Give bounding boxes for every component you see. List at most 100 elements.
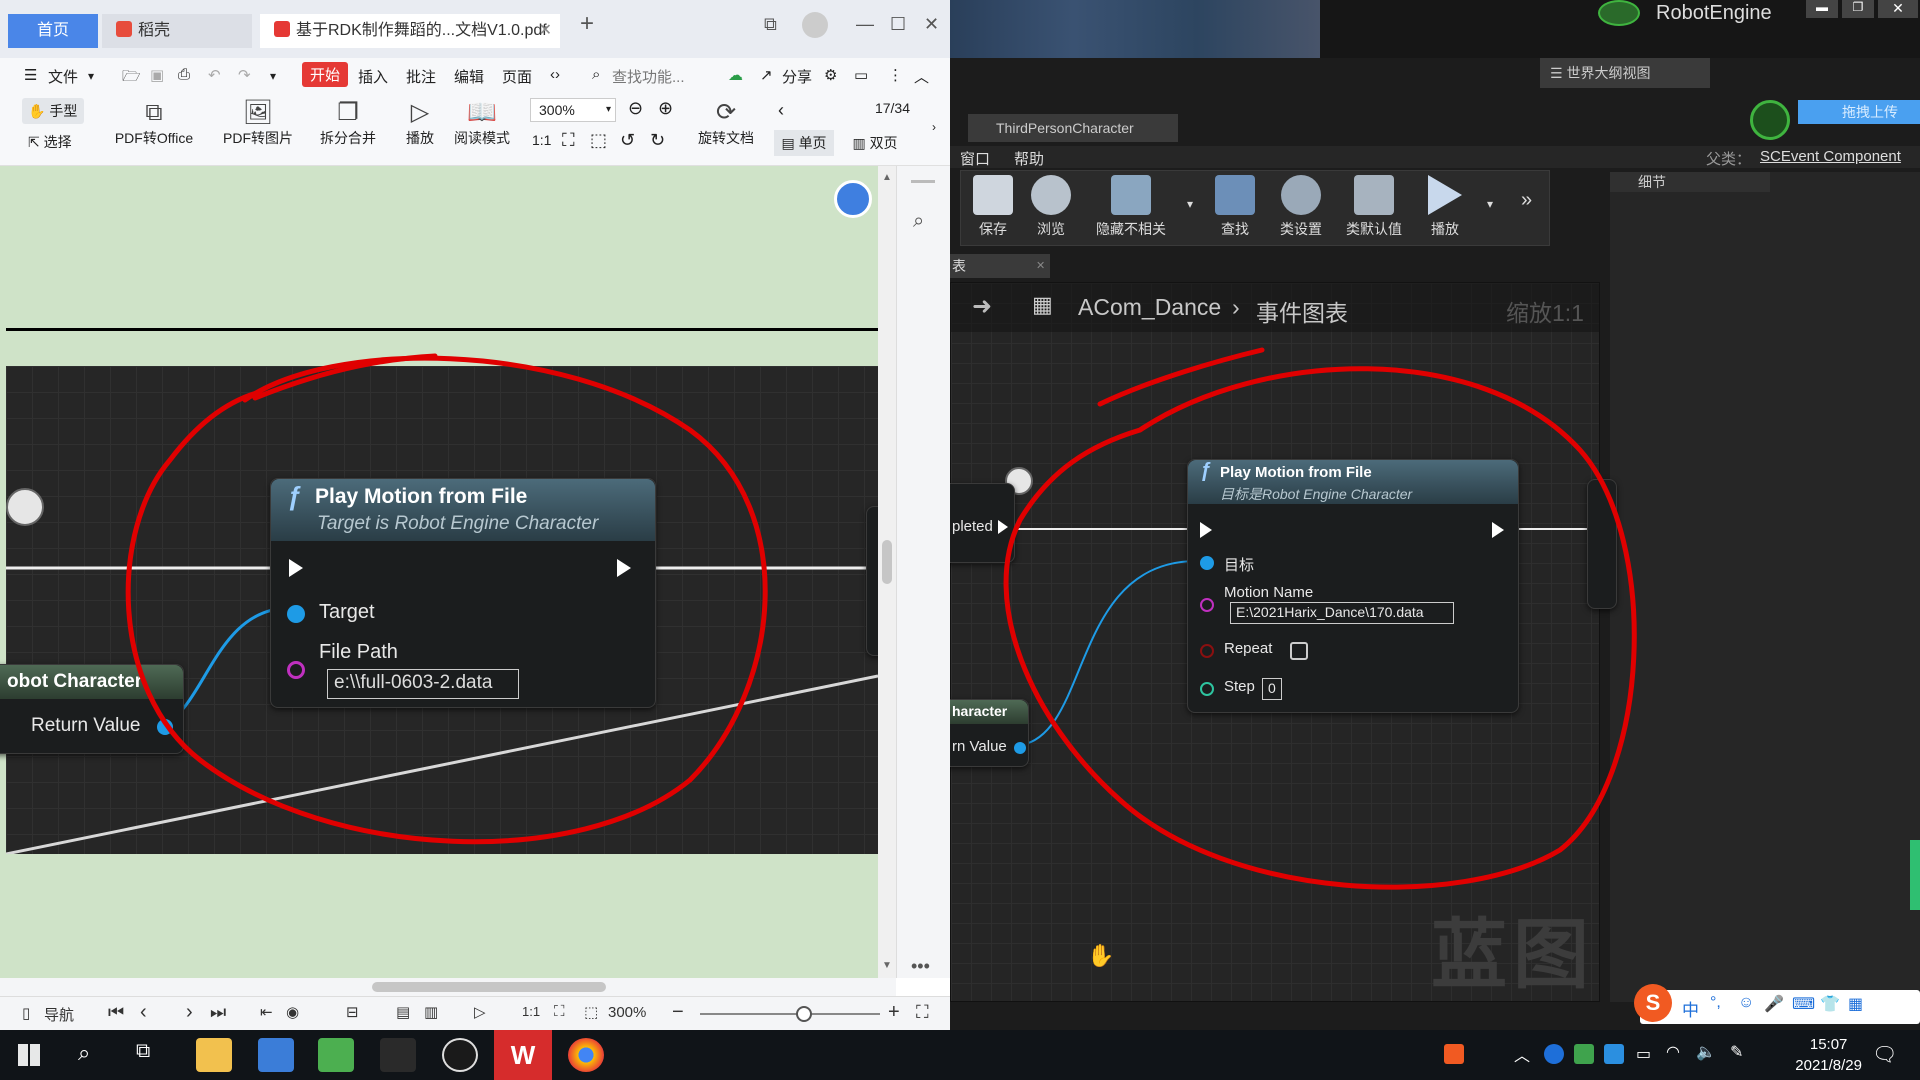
zoom-select[interactable]: 300% ▾: [530, 98, 616, 122]
menu-help[interactable]: 帮助: [1014, 148, 1044, 169]
print-icon[interactable]: ⎙: [178, 66, 190, 83]
blueprint-graph[interactable]: pleted haracter rn Value ƒ Play Motion f…: [950, 282, 1617, 1002]
zoom-slider-knob[interactable]: [796, 1006, 812, 1022]
double-page-status-icon[interactable]: ▥: [424, 1003, 438, 1021]
new-tab-icon[interactable]: +: [580, 10, 594, 38]
find-button[interactable]: 查找: [1205, 175, 1265, 239]
ue-step-field[interactable]: 0: [1262, 678, 1282, 700]
upload-badge[interactable]: 拖拽上传: [1798, 100, 1920, 124]
ue-motion-name-pin[interactable]: [1200, 598, 1214, 612]
battery-icon[interactable]: ▭: [1636, 1044, 1651, 1064]
play-button[interactable]: 播放: [1415, 175, 1475, 239]
reading-mode-button[interactable]: 📖 阅读模式: [450, 98, 514, 148]
davinci-icon[interactable]: [380, 1038, 416, 1072]
kebab-icon[interactable]: ⋮: [888, 66, 903, 84]
menu-more-icon[interactable]: ‹›: [550, 66, 560, 83]
ime-lang[interactable]: 中: [1682, 996, 1699, 1021]
taskbar-search-icon[interactable]: ⌕: [78, 1040, 90, 1066]
actual-size-status-icon[interactable]: 1:1: [522, 1004, 540, 1019]
parent-class-link[interactable]: SCEvent Component: [1760, 148, 1901, 165]
prev-page-icon[interactable]: ‹: [778, 100, 784, 121]
redo-icon[interactable]: ↷: [238, 66, 251, 84]
close-window-icon[interactable]: ✕: [924, 14, 939, 35]
ue-step-pin[interactable]: [1200, 682, 1214, 696]
first-page-icon[interactable]: ⏮: [108, 1002, 124, 1023]
rotate-right-icon[interactable]: ↻: [650, 130, 665, 151]
ue-outline-tab[interactable]: ☰ 世界大纲视图: [1540, 58, 1710, 88]
zoom-slider[interactable]: [700, 1006, 880, 1022]
hamburger-icon[interactable]: ☰: [24, 66, 37, 84]
breadcrumb-root[interactable]: ACom_Dance: [1078, 294, 1221, 321]
fit-page-status-icon[interactable]: ⛶: [554, 1003, 565, 1020]
details-tab[interactable]: 细节: [1610, 172, 1770, 192]
double-page-button[interactable]: ▥ 双页: [840, 130, 910, 156]
hide-unrelated-button[interactable]: 隐藏不相关: [1081, 175, 1181, 239]
fit-width-icon[interactable]: ⬚: [590, 130, 607, 151]
tab-pdf-document[interactable]: 基于RDK制作舞蹈的...文档V1.0.pdf ✕: [260, 14, 560, 48]
play-status-icon[interactable]: ▷: [474, 1003, 486, 1021]
save-button[interactable]: 保存: [963, 175, 1023, 239]
unreal-icon[interactable]: [442, 1038, 478, 1072]
share-icon[interactable]: ↗: [760, 66, 773, 84]
forward-arrow-icon[interactable]: ➜: [972, 292, 992, 321]
zoom-out-status-icon[interactable]: −: [672, 1001, 684, 1024]
ue-repeat-pin[interactable]: [1200, 644, 1214, 658]
fit-width-status-icon[interactable]: ⊟: [346, 1003, 359, 1021]
share-label[interactable]: 分享: [782, 66, 812, 87]
zoom-in-icon[interactable]: ⊕: [658, 98, 673, 119]
ue-char-tab[interactable]: ThirdPersonCharacter: [968, 114, 1178, 142]
more-icon[interactable]: ▾: [270, 69, 276, 83]
task-view-icon[interactable]: ⧉: [136, 1040, 150, 1063]
taskbar-clock[interactable]: 15:07 2021/8/29: [1795, 1034, 1862, 1076]
back-icon[interactable]: ⇤: [260, 1003, 273, 1021]
ue-graph-tab[interactable]: 表 ✕: [950, 254, 1050, 278]
ue-close-icon[interactable]: ✕: [1878, 0, 1918, 18]
next-page-status-icon[interactable]: ›: [186, 1001, 193, 1024]
ue-exec-in-pin[interactable]: [1200, 522, 1212, 538]
chrome-icon[interactable]: [568, 1038, 604, 1072]
ue-motion-name-field[interactable]: E:\2021Harix_Dance\170.data: [1230, 602, 1454, 624]
sogou-icon[interactable]: S: [1634, 984, 1672, 1022]
select-tool-button[interactable]: ⇱ 选择: [22, 130, 84, 154]
tab-daoke[interactable]: 稻壳: [102, 14, 252, 48]
ime-skin-icon[interactable]: 👕: [1820, 994, 1840, 1014]
menu-insert[interactable]: 插入: [358, 66, 388, 87]
notification-icon[interactable]: 🗨: [1872, 1042, 1897, 1067]
sogou-tray-icon[interactable]: [1444, 1044, 1464, 1064]
ue-target-pin[interactable]: [1200, 556, 1214, 570]
tray-overflow-icon[interactable]: ︿: [1514, 1042, 1530, 1066]
details-side-scroll[interactable]: [1910, 840, 1920, 910]
prev-page-status-icon[interactable]: ‹: [140, 1001, 147, 1024]
menu-start[interactable]: 开始: [302, 62, 349, 87]
ime-tools-icon[interactable]: ▦: [1848, 994, 1863, 1014]
horizontal-scrollbar[interactable]: [0, 978, 896, 996]
tab-home[interactable]: 首页: [8, 14, 98, 48]
vertical-scrollbar[interactable]: ▲ ▼: [878, 166, 896, 978]
nav-panel-icon[interactable]: ▯: [22, 1004, 30, 1022]
toolbar-scroll-right-icon[interactable]: ›: [932, 120, 936, 134]
breadcrumb-leaf[interactable]: 事件图表: [1256, 294, 1348, 328]
zoom-status-value[interactable]: 300%: [608, 1004, 646, 1021]
comment-icon[interactable]: ▭: [854, 66, 868, 84]
scroll-thumb-h[interactable]: [372, 982, 606, 992]
menu-window[interactable]: 窗口: [960, 148, 990, 169]
save-icon[interactable]: ▣: [150, 66, 164, 84]
avatar[interactable]: [802, 12, 828, 38]
scroll-thumb[interactable]: [882, 540, 892, 584]
menu-annotate[interactable]: 批注: [406, 66, 436, 87]
gear-icon[interactable]: ⚙: [824, 66, 837, 84]
split-merge-button[interactable]: ❐ 拆分合并: [308, 98, 388, 148]
tray-app2-icon[interactable]: [1574, 1044, 1594, 1064]
wifi-icon[interactable]: ◠: [1666, 1042, 1680, 1062]
class-defaults-button[interactable]: 类默认值: [1337, 175, 1411, 239]
pdf-tool-float-icon[interactable]: [834, 180, 872, 218]
ime-keyboard-icon[interactable]: ⌨: [1792, 994, 1815, 1014]
ime-punct-icon[interactable]: °,: [1710, 994, 1721, 1012]
eye-icon[interactable]: ◉: [286, 1003, 299, 1021]
browse-button[interactable]: 浏览: [1021, 175, 1081, 239]
volume-icon[interactable]: 🔈: [1696, 1042, 1716, 1062]
page-counter-input[interactable]: 17/34: [806, 100, 926, 122]
windows-start-icon[interactable]: [18, 1044, 40, 1066]
ime-emoji-icon[interactable]: ☺: [1738, 994, 1754, 1012]
hide-options-dropdown[interactable]: ▾: [1183, 197, 1197, 211]
